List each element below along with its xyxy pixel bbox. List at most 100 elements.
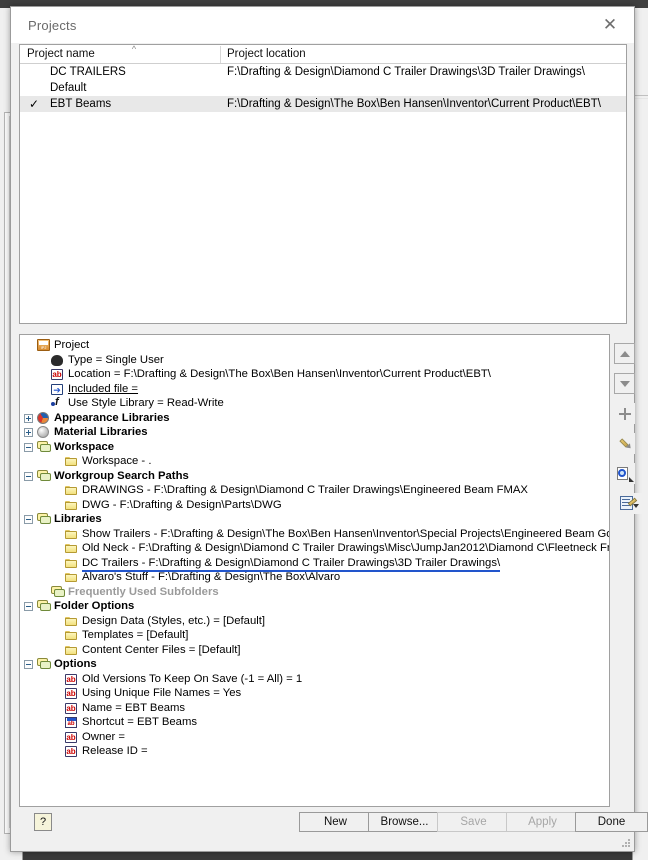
- tree-node[interactable]: Workspace: [20, 440, 609, 455]
- tree-node[interactable]: Show Trailers - F:\Drafting & Design\The…: [20, 527, 609, 542]
- tree-node-label: Owner =: [82, 730, 126, 743]
- dialog-titlebar: Projects ✕: [11, 7, 634, 43]
- tree-node[interactable]: Location = F:\Drafting & Design\The Box\…: [20, 367, 609, 382]
- tree-node[interactable]: Project: [20, 338, 609, 353]
- tree-node[interactable]: Shortcut = EBT Beams: [20, 715, 609, 731]
- tree-node[interactable]: DWG - F:\Drafting & Design\Parts\DWG: [20, 498, 609, 513]
- ab-icon: [65, 731, 77, 744]
- tree-node-label: Folder Options: [54, 600, 135, 612]
- collapse-icon[interactable]: [24, 442, 33, 452]
- incl-icon: [51, 383, 63, 397]
- ab-icon: [65, 673, 77, 686]
- close-icon[interactable]: ✕: [588, 7, 632, 41]
- magnifier-page-icon: [616, 466, 634, 482]
- collapse-icon[interactable]: [24, 602, 33, 611]
- column-divider[interactable]: [220, 46, 221, 63]
- table-row[interactable]: Default: [20, 80, 626, 96]
- tree-node-label: Old Neck - F:\Drafting & Design\Diamond …: [82, 542, 610, 554]
- check-icon: ✓: [29, 97, 40, 111]
- collapse-icon[interactable]: [24, 660, 33, 669]
- folder-icon: [65, 558, 78, 569]
- material-icon: [37, 426, 49, 438]
- tree-node-label: Location = F:\Drafting & Design\The Box\…: [68, 368, 491, 380]
- projects-dialog: Projects ✕ Project name ^ Project locati…: [10, 6, 648, 852]
- style-icon: [51, 395, 64, 409]
- table-row[interactable]: DC TRAILERS F:\Drafting & Design\Diamond …: [20, 64, 626, 80]
- tree-node[interactable]: Appearance Libraries: [20, 411, 609, 426]
- chevron-down-icon[interactable]: [633, 504, 639, 508]
- browse-button[interactable]: Browse...: [368, 812, 441, 832]
- tree-node[interactable]: Included file =: [20, 382, 609, 397]
- tree-node[interactable]: Workspace - .: [20, 454, 609, 469]
- find-path-button[interactable]: [614, 463, 635, 484]
- tree-node-label: Design Data (Styles, etc.) = [Default]: [82, 614, 266, 627]
- tree-node[interactable]: Release ID =: [20, 744, 609, 759]
- tree-node-label: DRAWINGS - F:\Drafting & Design\Diamond …: [82, 484, 528, 496]
- tree-node[interactable]: Type = Single User: [20, 353, 609, 368]
- folder-icon: [65, 543, 78, 554]
- tree-node[interactable]: Material Libraries: [20, 425, 609, 440]
- resize-grip[interactable]: [621, 839, 631, 849]
- tree-node[interactable]: Name = EBT Beams: [20, 701, 609, 716]
- project-detail-tree-panel[interactable]: Project Type = Single User Location = F:\D…: [19, 334, 610, 807]
- tree-node[interactable]: Content Center Files = [Default]: [20, 643, 609, 658]
- column-header-project-location[interactable]: Project location: [227, 48, 306, 60]
- tree-node-label: Name = EBT Beams: [82, 701, 186, 714]
- project-location-cell: F:\Drafting & Design\Diamond C Trailer D…: [227, 66, 585, 78]
- folder-icon: [65, 456, 78, 467]
- tree-node[interactable]: DC Trailers - F:\Drafting & Design\Diamo…: [20, 556, 609, 572]
- tree-node[interactable]: Frequently Used Subfolders: [20, 585, 609, 600]
- project-list-panel: Project name ^ Project location DC TRAIL…: [19, 44, 627, 324]
- add-path-button[interactable]: [614, 403, 635, 424]
- tree-node-label: Workspace - .: [82, 455, 152, 467]
- save-button: Save: [437, 812, 510, 832]
- new-button[interactable]: New: [299, 812, 372, 832]
- tree-node-label: Using Unique File Names = Yes: [82, 687, 242, 699]
- tree-node[interactable]: Old Versions To Keep On Save (-1 = All) …: [20, 672, 609, 687]
- folder-icon: [65, 645, 78, 656]
- tree-node[interactable]: DRAWINGS - F:\Drafting & Design\Diamond …: [20, 483, 609, 498]
- table-row[interactable]: ✓ EBT Beams F:\Drafting & Design\The Box\B…: [20, 96, 626, 112]
- expand-icon[interactable]: [24, 413, 33, 423]
- edit-options-button[interactable]: [614, 493, 642, 514]
- move-down-button[interactable]: [614, 373, 635, 394]
- collapse-icon[interactable]: [24, 515, 33, 524]
- tree-node-label: Material Libraries: [54, 426, 148, 438]
- tree-node[interactable]: Libraries: [20, 512, 609, 527]
- dialog-footer: ? New Browse... Save Apply Done: [11, 805, 648, 851]
- project-detail-tree: Project Type = Single User Location = F:\D…: [20, 338, 609, 759]
- tree-node[interactable]: Alvaro's Stuff - F:\Drafting & Design\Th…: [20, 570, 609, 585]
- tree-node[interactable]: Owner =: [20, 730, 609, 745]
- tree-node-label: Included file =: [68, 382, 139, 395]
- stack-icon: [37, 600, 51, 612]
- expand-icon[interactable]: [24, 428, 33, 437]
- tree-node[interactable]: Options: [20, 657, 609, 672]
- edit-path-button[interactable]: [614, 433, 635, 454]
- tree-node-label: Options: [54, 658, 97, 670]
- ab-icon: [65, 702, 77, 715]
- tree-node[interactable]: Using Unique File Names = Yes: [20, 686, 609, 701]
- done-button[interactable]: Done: [575, 812, 648, 832]
- tree-node[interactable]: Templates = [Default]: [20, 628, 609, 643]
- dialog-title: Projects: [28, 18, 77, 33]
- tree-node-label: Alvaro's Stuff - F:\Drafting & Design\Th…: [82, 571, 341, 583]
- screen: Projects ✕ Project name ^ Project locati…: [0, 0, 648, 860]
- stack-icon: [37, 658, 51, 670]
- tree-node[interactable]: Workgroup Search Paths: [20, 469, 609, 484]
- folder-icon: [65, 529, 78, 540]
- tree-node-label: DWG - F:\Drafting & Design\Parts\DWG: [82, 498, 282, 511]
- triangle-up-icon: [619, 350, 630, 357]
- tree-node[interactable]: Design Data (Styles, etc.) = [Default]: [20, 614, 609, 629]
- column-header-project-name[interactable]: Project name: [27, 48, 95, 60]
- project-name-cell: DC TRAILERS: [50, 66, 126, 78]
- tree-node[interactable]: Old Neck - F:\Drafting & Design\Diamond …: [20, 541, 609, 556]
- stack-icon: [51, 585, 65, 598]
- project-name-cell: Default: [50, 82, 87, 94]
- move-up-button[interactable]: [614, 343, 635, 364]
- collapse-icon[interactable]: [24, 471, 33, 481]
- help-button[interactable]: ?: [34, 813, 52, 831]
- tree-node[interactable]: Use Style Library = Read-Write: [20, 395, 609, 411]
- tree-node-label: Shortcut = EBT Beams: [82, 716, 198, 728]
- apply-button: Apply: [506, 812, 579, 832]
- tree-node[interactable]: Folder Options: [20, 599, 609, 614]
